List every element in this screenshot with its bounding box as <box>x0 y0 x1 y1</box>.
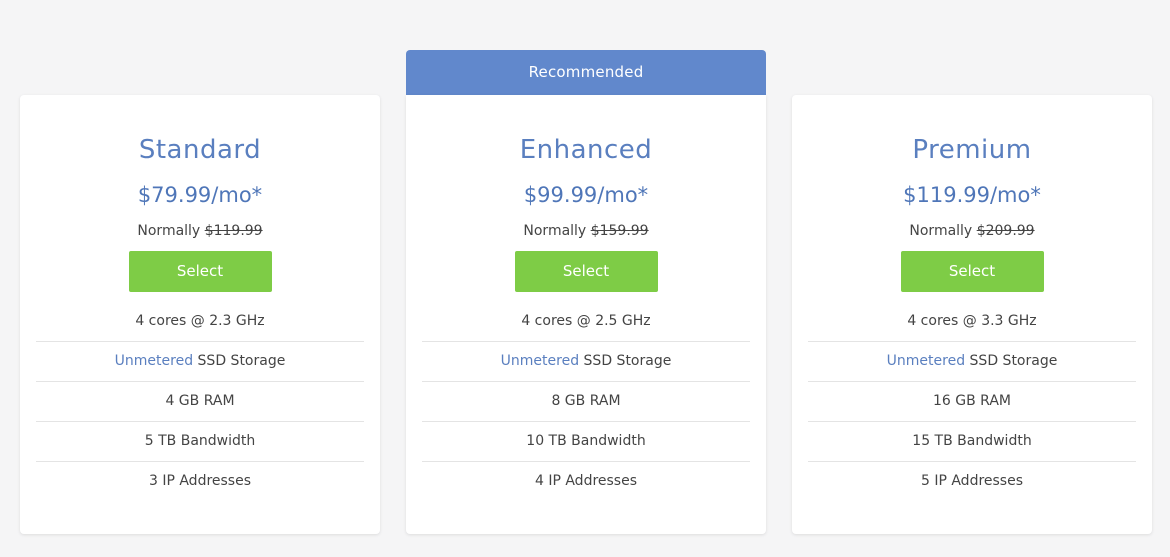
plan-price: $79.99/mo* <box>137 183 263 207</box>
plan-card-standard: Standard $79.99/mo* Normally $119.99 Sel… <box>20 95 380 534</box>
normally-label: Normally <box>137 223 201 239</box>
storage-highlight: Unmetered <box>114 353 194 369</box>
feature-list: 4 cores @ 2.3 GHz Unmetered SSD Storage … <box>36 302 364 501</box>
storage-highlight: Unmetered <box>886 353 966 369</box>
plan-price: $99.99/mo* <box>523 183 649 207</box>
select-premium-button[interactable]: Select <box>900 251 1044 292</box>
feature-cpu: 4 cores @ 2.5 GHz <box>422 302 750 342</box>
feature-ip-addresses: 4 IP Addresses <box>534 473 638 489</box>
storage-text: SSD Storage <box>969 353 1058 369</box>
plan-price: $119.99/mo* <box>903 183 1041 207</box>
plan-name: Standard <box>138 135 262 165</box>
feature-ip-addresses: 5 IP Addresses <box>920 473 1024 489</box>
storage-highlight: Unmetered <box>500 353 580 369</box>
storage-text: SSD Storage <box>583 353 672 369</box>
feature-storage: Unmetered SSD Storage <box>422 342 750 382</box>
feature-ip-addresses: 3 IP Addresses <box>148 473 252 489</box>
normally-label: Normally <box>523 223 587 239</box>
feature-list: 4 cores @ 3.3 GHz Unmetered SSD Storage … <box>808 302 1136 501</box>
feature-ram: 16 GB RAM <box>808 382 1136 422</box>
plan-card-premium: Premium $119.99/mo* Normally $209.99 Sel… <box>792 95 1152 534</box>
plan-name: Premium <box>912 135 1032 165</box>
select-enhanced-button[interactable]: Select <box>514 251 658 292</box>
feature-cpu: 4 cores @ 2.3 GHz <box>36 302 364 342</box>
plan-card-enhanced: Enhanced $99.99/mo* Normally $159.99 Sel… <box>406 95 766 534</box>
feature-bandwidth: 10 TB Bandwidth <box>422 422 750 462</box>
plan-normal-price: Normally $209.99 <box>808 221 1136 241</box>
storage-text: SSD Storage <box>197 353 286 369</box>
feature-list: 4 cores @ 2.5 GHz Unmetered SSD Storage … <box>422 302 750 501</box>
feature-storage: Unmetered SSD Storage <box>808 342 1136 382</box>
original-price: $119.99 <box>204 223 263 239</box>
plan-name: Enhanced <box>519 135 653 165</box>
plan-normal-price: Normally $119.99 <box>36 221 364 241</box>
pricing-plans: Recommended Standard $79.99/mo* Normally… <box>0 0 1170 557</box>
select-standard-button[interactable]: Select <box>128 251 272 292</box>
original-price: $209.99 <box>976 223 1035 239</box>
normally-label: Normally <box>909 223 973 239</box>
feature-bandwidth: 5 TB Bandwidth <box>36 422 364 462</box>
feature-bandwidth: 15 TB Bandwidth <box>808 422 1136 462</box>
feature-ram: 8 GB RAM <box>422 382 750 422</box>
feature-storage: Unmetered SSD Storage <box>36 342 364 382</box>
original-price: $159.99 <box>590 223 649 239</box>
recommended-banner: Recommended <box>406 50 766 95</box>
feature-ram: 4 GB RAM <box>36 382 364 422</box>
plan-normal-price: Normally $159.99 <box>422 221 750 241</box>
feature-cpu: 4 cores @ 3.3 GHz <box>808 302 1136 342</box>
